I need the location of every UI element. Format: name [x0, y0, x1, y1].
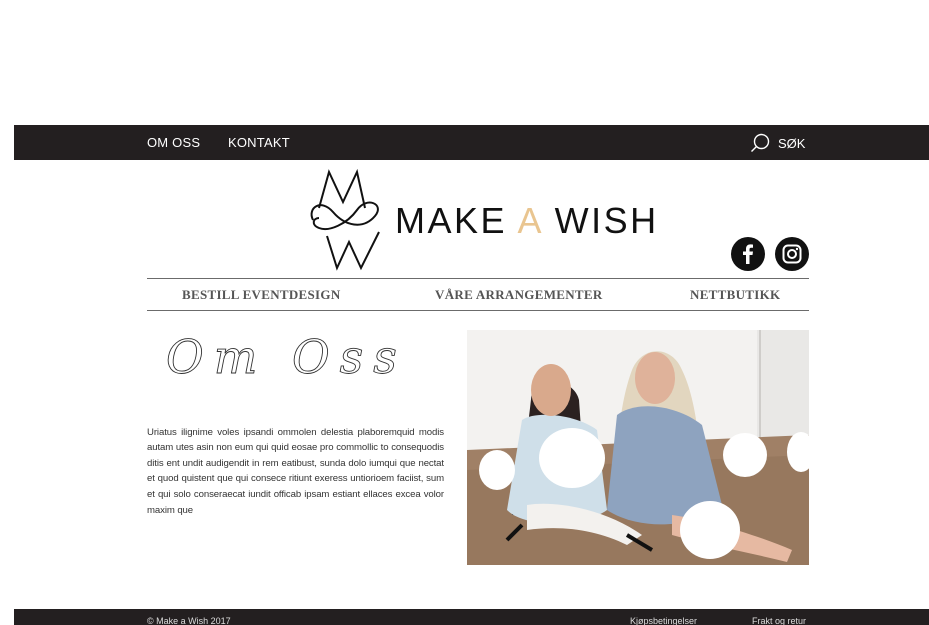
menu-item-nettbutikk[interactable]: NETTBUTIKK: [690, 287, 780, 303]
footer-copyright: © Make a Wish 2017: [147, 616, 231, 625]
top-navbar: OM OSS KONTAKT SØK: [14, 125, 929, 160]
search-button[interactable]: SØK: [750, 133, 805, 153]
menu-item-bestill-eventdesign[interactable]: BESTILL EVENTDESIGN: [182, 287, 341, 303]
nav-kontakt-link[interactable]: KONTAKT: [228, 135, 290, 150]
footer-terms-link[interactable]: Kjøpsbetingelser: [630, 616, 697, 625]
instagram-button[interactable]: [775, 237, 809, 271]
footer-bar: © Make a Wish 2017 Kjøpsbetingelser Frak…: [14, 609, 929, 625]
search-label: SØK: [778, 135, 806, 151]
facebook-button[interactable]: [731, 237, 765, 271]
about-body-text: Uriatus ilignime voles ipsandi ommolen d…: [147, 426, 444, 516]
footer-shipping-link[interactable]: Frakt og retur: [752, 616, 806, 625]
founders-photo: [467, 330, 809, 565]
instagram-icon: [782, 244, 802, 264]
search-icon: [751, 133, 770, 152]
main-menu: BESTILL EVENTDESIGN VÅRE ARRANGEMENTER N…: [147, 278, 809, 311]
menu-item-vare-arrangementer[interactable]: VÅRE ARRANGEMENTER: [435, 287, 603, 303]
mw-monogram-icon: [310, 168, 380, 271]
nav-om-oss-link[interactable]: OM OSS: [147, 135, 200, 150]
make-a-wish-logo[interactable]: MAKE A WISH: [305, 168, 656, 274]
svg-text:Om Oss: Om Oss: [166, 333, 407, 384]
founders-photo-illustration: [467, 330, 809, 565]
facebook-icon: [743, 244, 753, 264]
logo-wordmark: MAKE A WISH: [395, 200, 659, 241]
about-heading: Om Oss: [166, 333, 407, 384]
